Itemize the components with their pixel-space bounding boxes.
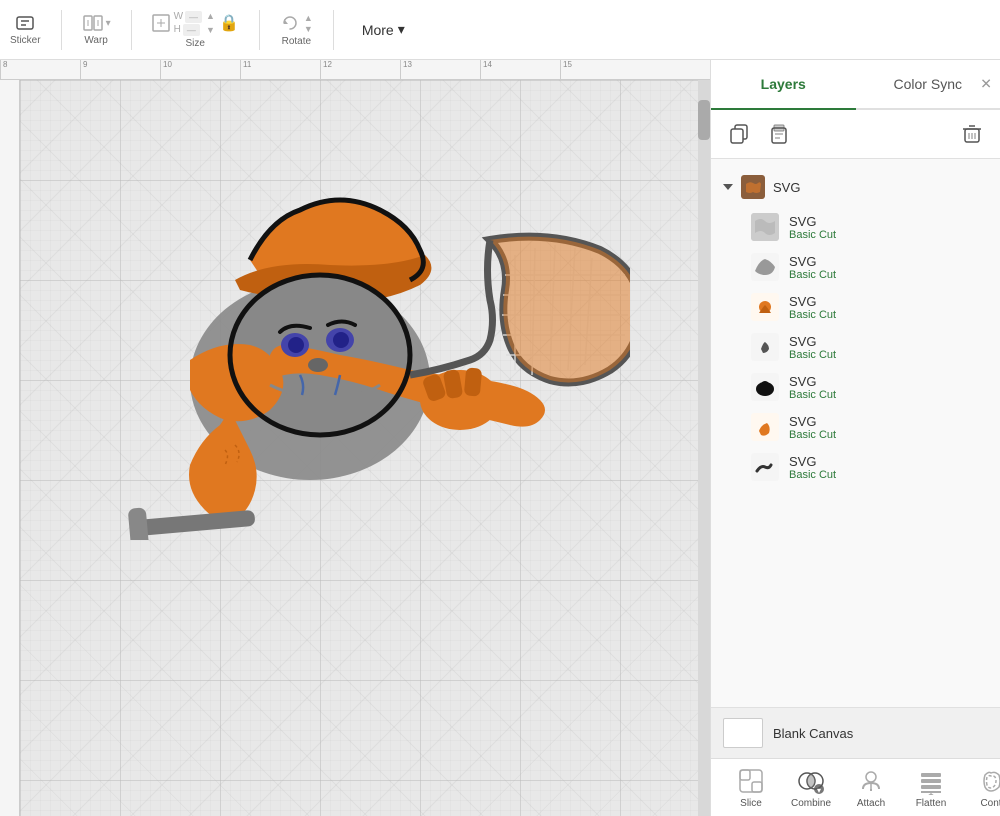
list-item[interactable]: SVG Basic Cut <box>711 287 1000 327</box>
contour-label: Cont <box>980 798 1000 809</box>
blank-canvas-label: Blank Canvas <box>773 726 853 741</box>
list-item[interactable]: SVG Basic Cut <box>711 367 1000 407</box>
blank-canvas-thumbnail <box>723 718 763 748</box>
ruler-left <box>0 80 20 816</box>
list-item[interactable]: SVG Basic Cut <box>711 327 1000 367</box>
blank-canvas-row[interactable]: Blank Canvas <box>711 707 1000 758</box>
more-chevron-icon: ▾ <box>398 21 405 38</box>
close-icon[interactable]: ✕ <box>980 76 992 93</box>
warp-icon <box>82 13 104 33</box>
separator-1 <box>61 10 62 50</box>
mascot-image[interactable] <box>70 160 630 560</box>
layer-text-1: SVG Basic Cut <box>789 214 836 241</box>
canvas-background[interactable] <box>20 80 710 816</box>
rotate-icon <box>280 13 300 33</box>
canvas-area[interactable]: 8 9 10 11 12 13 14 15 <box>0 60 710 816</box>
layers-list: SVG SVG Basic Cut <box>711 159 1000 707</box>
size-label: Size <box>186 38 205 49</box>
flatten-tool[interactable]: Flatten <box>901 767 961 809</box>
slice-label: Slice <box>740 798 762 809</box>
layer-group-name: SVG <box>773 180 800 195</box>
layer-text-6: SVG Basic Cut <box>789 414 836 441</box>
attach-tool[interactable]: Attach <box>841 767 901 809</box>
mascot-svg <box>70 160 630 540</box>
list-item[interactable]: SVG Basic Cut <box>711 207 1000 247</box>
sticker-tool[interactable]: Sticker <box>10 13 41 46</box>
layer-text-3: SVG Basic Cut <box>789 294 836 321</box>
ruler-tick-14: 14 <box>480 60 492 79</box>
layer-text-2: SVG Basic Cut <box>789 254 836 281</box>
copy-icon <box>729 124 749 144</box>
panel-tabs: Layers Color Sync ✕ <box>711 60 1000 110</box>
svg-text:▾: ▾ <box>817 786 821 795</box>
attach-label: Attach <box>857 798 885 809</box>
list-item[interactable]: SVG Basic Cut <box>711 247 1000 287</box>
layer-thumbnail-3 <box>751 293 779 321</box>
canvas-scrollbar[interactable] <box>698 80 710 816</box>
layer-text-5: SVG Basic Cut <box>789 374 836 401</box>
combine-icon: ▾ <box>797 767 825 795</box>
ruler-tick-11: 11 <box>240 60 251 79</box>
slice-tool[interactable]: Slice <box>721 767 781 809</box>
sticker-icon <box>15 13 35 33</box>
contour-tool[interactable]: Cont <box>961 767 1000 809</box>
paste-layer-button[interactable] <box>763 118 795 150</box>
panel-toolbar <box>711 110 1000 159</box>
ruler-tick-15: 15 <box>560 60 572 79</box>
paste-icon <box>769 124 789 144</box>
bottom-toolbar: Slice ▾ Combine <box>711 758 1000 816</box>
attach-icon <box>857 767 885 795</box>
ruler-tick-12: 12 <box>320 60 332 79</box>
chevron-down-icon <box>723 184 733 190</box>
rotate-tool[interactable]: ▲ ▼ Rotate <box>280 13 313 47</box>
ruler-tick-13: 13 <box>400 60 412 79</box>
canvas-wrapper[interactable] <box>20 80 710 816</box>
warp-tool[interactable]: ▾ Warp <box>82 13 111 46</box>
layer-text-7: SVG Basic Cut <box>789 454 836 481</box>
layer-thumbnail-5 <box>751 373 779 401</box>
flatten-icon <box>917 767 945 795</box>
ruler-tick-9: 9 <box>80 60 87 79</box>
layer-text-4: SVG Basic Cut <box>789 334 836 361</box>
more-button[interactable]: More ▾ <box>354 17 413 42</box>
list-item[interactable]: SVG Basic Cut <box>711 407 1000 447</box>
delete-icon <box>962 124 982 144</box>
combine-label: Combine <box>791 798 831 809</box>
separator-2 <box>131 10 132 50</box>
layer-thumbnail-1 <box>751 213 779 241</box>
layer-thumbnail-7 <box>751 453 779 481</box>
list-item[interactable]: SVG Basic Cut <box>711 447 1000 487</box>
flatten-label: Flatten <box>916 798 947 809</box>
separator-3 <box>259 10 260 50</box>
size-tool[interactable]: W — H — ▲ ▼ 🔒 Size <box>152 11 239 49</box>
group-icon <box>741 175 765 199</box>
top-toolbar: Sticker ▾ Warp W — <box>0 0 1000 60</box>
layer-thumbnail-2 <box>751 253 779 281</box>
ruler-tick-10: 10 <box>160 60 172 79</box>
separator-4 <box>333 10 334 50</box>
tab-color-sync[interactable]: Color Sync ✕ <box>856 60 1000 108</box>
main-area: 8 9 10 11 12 13 14 15 <box>0 60 1000 816</box>
copy-layer-button[interactable] <box>723 118 755 150</box>
tab-layers[interactable]: Layers <box>711 60 856 108</box>
sticker-label: Sticker <box>10 35 41 46</box>
slice-icon <box>737 767 765 795</box>
size-icon <box>152 14 170 32</box>
combine-tool[interactable]: ▾ Combine <box>781 767 841 809</box>
more-label: More <box>362 22 394 38</box>
layer-thumbnail-4 <box>751 333 779 361</box>
contour-icon <box>977 767 1000 795</box>
rotate-label: Rotate <box>282 36 311 47</box>
delete-layer-button[interactable] <box>956 118 988 150</box>
ruler-tick-8: 8 <box>0 60 7 79</box>
layer-group-header[interactable]: SVG <box>711 167 1000 207</box>
right-panel: Layers Color Sync ✕ <box>710 60 1000 816</box>
ruler-top: 8 9 10 11 12 13 14 15 <box>0 60 710 80</box>
warp-label: Warp <box>84 35 108 46</box>
layer-thumbnail-6 <box>751 413 779 441</box>
